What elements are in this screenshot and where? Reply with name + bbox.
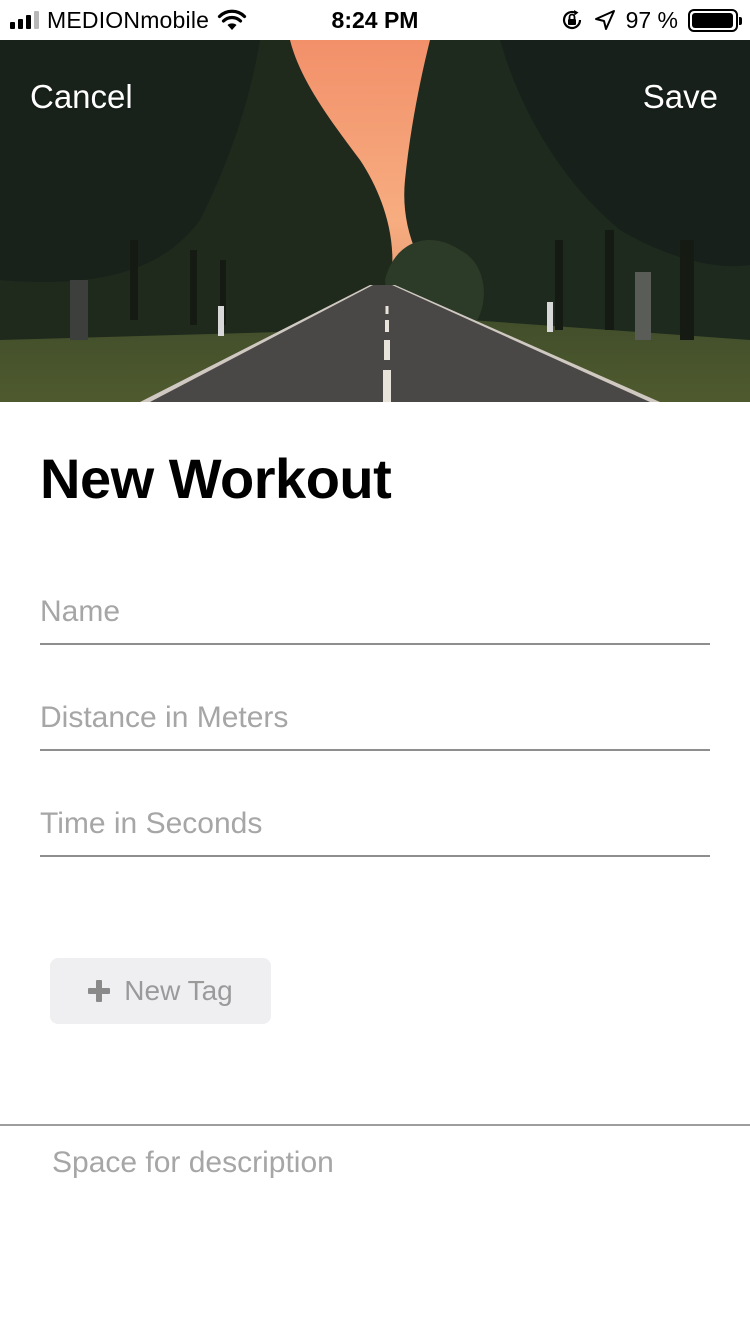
new-workout-screen: MEDIONmobile 8:24 PM 97 % Cancel Save Ne… xyxy=(0,0,750,1334)
new-tag-button[interactable]: New Tag xyxy=(50,958,271,1024)
distance-input[interactable] xyxy=(40,687,710,751)
status-bar-left: MEDIONmobile xyxy=(10,0,247,40)
status-bar-right: 97 % xyxy=(560,0,742,40)
time-input[interactable] xyxy=(40,793,710,857)
battery-icon xyxy=(688,8,742,32)
description-textarea[interactable] xyxy=(52,1146,712,1316)
cancel-button[interactable]: Cancel xyxy=(30,78,133,116)
new-tag-label: New Tag xyxy=(124,975,233,1006)
header-image: Cancel Save xyxy=(0,40,750,402)
battery-percentage: 97 % xyxy=(625,6,678,33)
battery-fill xyxy=(692,12,733,28)
signal-icon xyxy=(10,11,39,29)
carrier-name: MEDIONmobile xyxy=(47,6,210,33)
divider xyxy=(0,1124,750,1126)
plus-icon xyxy=(88,980,111,1002)
page-title: New Workout xyxy=(40,447,392,510)
location-arrow-icon xyxy=(594,10,615,30)
wifi-icon xyxy=(218,9,247,30)
status-bar: MEDIONmobile 8:24 PM 97 % xyxy=(0,0,750,40)
name-input[interactable] xyxy=(40,581,710,645)
orientation-lock-icon xyxy=(562,10,581,30)
save-button[interactable]: Save xyxy=(643,78,718,116)
